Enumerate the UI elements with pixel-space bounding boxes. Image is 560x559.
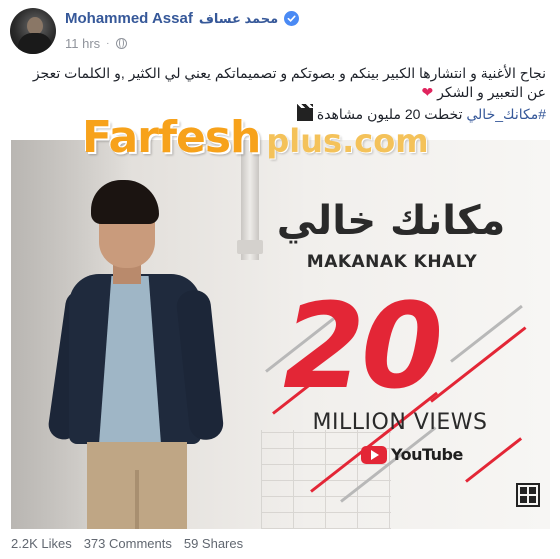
author-name[interactable]: Mohammed Assaf	[65, 10, 193, 27]
avatar-body	[18, 33, 52, 54]
views-number: 20	[283, 276, 513, 416]
post-text: نجاح الأغنية و انتشارها الكبير بينكم و ب…	[16, 64, 546, 102]
hashtag-link[interactable]: #مكانك_خالي	[466, 106, 546, 122]
hashtag-suffix: تخطت 20 مليون مشاهدة	[316, 106, 463, 122]
person-photo	[46, 180, 251, 529]
youtube-icon	[361, 445, 387, 464]
song-title-english: MAKANAK KHALY	[306, 252, 478, 272]
person-hair	[91, 180, 159, 224]
globe-icon[interactable]	[115, 38, 127, 49]
heart-icon: ❤	[421, 84, 434, 100]
youtube-logo: YouTube	[361, 445, 463, 464]
avatar[interactable]	[10, 8, 56, 54]
clapperboard-icon	[296, 104, 313, 121]
comments-count[interactable]: 373 Comments	[84, 536, 172, 551]
post-body-text: نجاح الأغنية و انتشارها الكبير بينكم و ب…	[32, 65, 546, 100]
post-header: Mohammed Assaf محمد عساف 11 hrs ·	[10, 8, 550, 56]
person-pants-seam	[135, 470, 139, 529]
post-image[interactable]: مكانك خالي MAKANAK KHALY 20 MILLION VIEW…	[11, 140, 550, 529]
hashtag-line: #مكانك_خالي تخطت 20 مليون مشاهدة	[293, 104, 546, 123]
post-timestamp[interactable]: 11 hrs	[65, 36, 100, 51]
name-row: Mohammed Assaf محمد عساف	[65, 10, 300, 27]
meta-separator: ·	[106, 38, 110, 49]
shares-count[interactable]: 59 Shares	[184, 536, 243, 551]
reaction-summary: 2.2K Likes 373 Comments 59 Shares	[11, 536, 243, 551]
decor-stripe	[465, 437, 523, 483]
youtube-text: YouTube	[391, 445, 463, 464]
brand-logo-icon	[516, 483, 540, 507]
likes-count[interactable]: 2.2K Likes	[11, 536, 72, 551]
views-label: MILLION VIEWS	[312, 410, 488, 435]
verified-badge-icon	[284, 11, 300, 26]
views-number-text: 20	[283, 277, 443, 415]
author-name-arabic[interactable]: محمد عساف	[199, 11, 278, 27]
post-meta: 11 hrs ·	[65, 36, 127, 51]
song-title-arabic: مكانك خالي	[276, 198, 506, 244]
